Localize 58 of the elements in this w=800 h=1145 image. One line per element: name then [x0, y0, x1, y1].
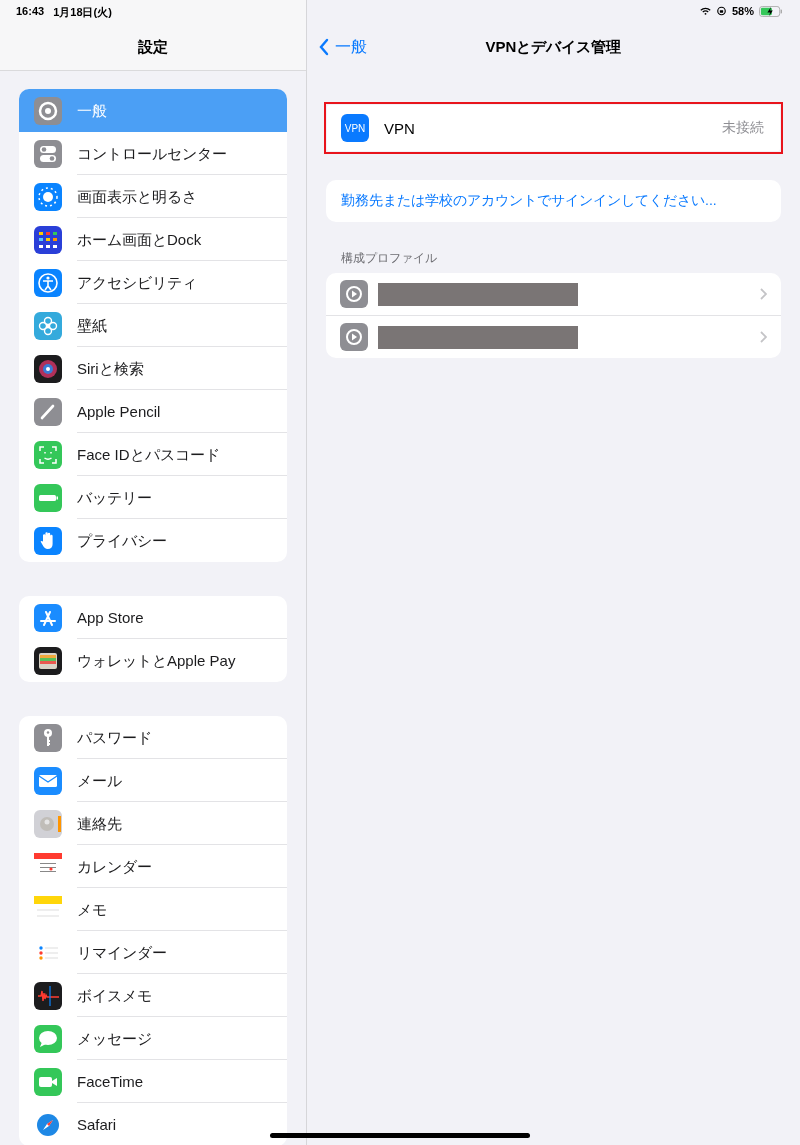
hand-icon [34, 526, 62, 555]
sidebar-item[interactable]: Siriと検索 [19, 347, 287, 390]
sidebar-item[interactable]: メッセージ [19, 1017, 287, 1060]
sidebar-item[interactable]: プライバシー [19, 519, 287, 562]
sidebar-item[interactable]: リマインダー [19, 931, 287, 974]
triangle-lines-icon [34, 603, 62, 632]
envelope-icon [34, 766, 62, 795]
sidebar-title: 設定 [137, 38, 169, 57]
back-button[interactable]: 一般 [319, 36, 367, 58]
page-title: VPNとデバイス管理 [485, 37, 622, 57]
status-date: 1月18日(火) [53, 5, 112, 20]
face-frame-icon [34, 440, 62, 469]
battery-percent: 58% [731, 5, 754, 17]
sidebar-item[interactable]: メモ [19, 888, 287, 931]
pencil-icon [34, 397, 62, 426]
sidebar-item[interactable]: コントロールセンター [19, 132, 287, 175]
sidebar-item[interactable]: ホーム画面とDock [19, 218, 287, 261]
vpn-row[interactable]: VPN VPN 未接続 [327, 105, 780, 151]
wifi-icon [699, 6, 711, 16]
section-header: 構成プロファイル [341, 250, 438, 267]
wallet-icon [34, 646, 62, 675]
chevron-icon[interactable] [759, 330, 767, 344]
battery-charging-icon [759, 5, 783, 17]
sidebar-item[interactable]: 連絡先 [19, 802, 287, 845]
sidebar-item[interactable]: バッテリー [19, 476, 287, 519]
sidebar-item[interactable]: Face IDとパスコード [19, 433, 287, 476]
sidebar-item[interactable]: 画面表示と明るさ [19, 175, 287, 218]
sidebar-item[interactable]: FaceTime [19, 1060, 287, 1103]
contact-card-icon [34, 809, 62, 838]
battery-icon [34, 483, 62, 512]
sidebar-item[interactable]: App Store [19, 596, 287, 639]
video-camera-icon [34, 1067, 62, 1096]
flower-icon [34, 311, 62, 340]
sidebar-item[interactable]: ボイスメモ [19, 974, 287, 1017]
sidebar-item[interactable]: メール [19, 759, 287, 802]
vpn-label: VPN [384, 119, 416, 137]
sun-icon [34, 182, 62, 211]
key-icon [34, 723, 62, 752]
sidebar-item[interactable]: ウォレットとApple Pay [19, 639, 287, 682]
sidebar-item[interactable]: Apple Pencil [19, 390, 287, 433]
sidebar-item[interactable]: カレンダー [19, 845, 287, 888]
sidebar-item[interactable]: 壁紙 [19, 304, 287, 347]
chevron-icon[interactable] [759, 287, 767, 301]
sidebar-item[interactable]: Safari [19, 1103, 287, 1145]
vpn-badge: VPN [341, 114, 369, 142]
toggles-icon [34, 139, 62, 168]
orb-icon [34, 354, 62, 383]
accessibility-icon [34, 268, 62, 297]
sign-in-link[interactable]: 勤務先または学校のアカウントでサインインしてください... [326, 180, 781, 222]
vpn-status: 未接続 [722, 119, 764, 137]
back-chevron-icon [319, 38, 329, 56]
status-time: 16:43 [16, 5, 45, 19]
speech-bubble-icon [34, 1024, 62, 1053]
sidebar-item[interactable]: パスワード [19, 716, 287, 759]
grid-icon [34, 225, 62, 254]
rotation-lock-icon [715, 6, 727, 16]
sidebar-item[interactable]: アクセシビリティ [19, 261, 287, 304]
waveform-icon [34, 981, 62, 1010]
